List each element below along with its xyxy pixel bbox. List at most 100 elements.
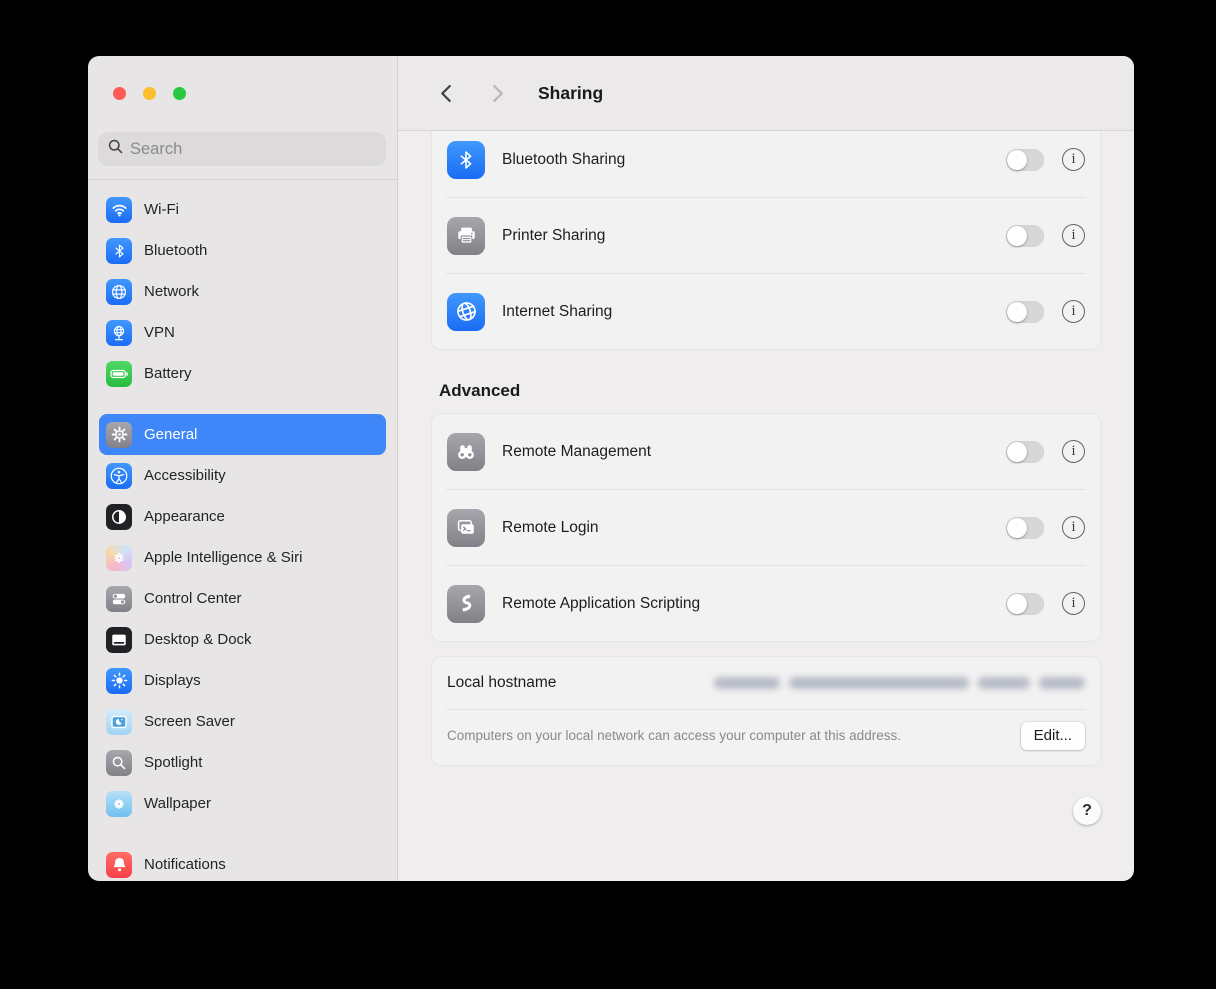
- local-hostname-value-redacted: [714, 677, 1085, 689]
- local-hostname-row: Local hostname: [432, 657, 1100, 709]
- forward-button[interactable]: [484, 79, 512, 107]
- minimize-button[interactable]: [143, 87, 156, 100]
- bluetooth-sharing-toggle[interactable]: [1006, 149, 1044, 171]
- sharing-services-card: Bluetooth Sharing i Printer Sharing i: [431, 131, 1101, 350]
- sidebar-item-label: Spotlight: [144, 754, 202, 771]
- local-hostname-description: Computers on your local network can acce…: [447, 726, 901, 746]
- printer-icon: [447, 217, 485, 255]
- globe-icon: [447, 293, 485, 331]
- network-globe-icon: [106, 279, 132, 305]
- sidebar-item-battery[interactable]: Battery: [99, 353, 386, 394]
- sidebar-item-network[interactable]: Network: [99, 271, 386, 312]
- sidebar-item-label: Accessibility: [144, 467, 226, 484]
- sidebar-item-label: Screen Saver: [144, 713, 235, 730]
- zoom-button[interactable]: [173, 87, 186, 100]
- remote-management-toggle[interactable]: [1006, 441, 1044, 463]
- apple-intelligence-icon: [106, 545, 132, 571]
- row-label: Remote Management: [502, 443, 651, 461]
- bluetooth-icon: [447, 141, 485, 179]
- sidebar-item-accessibility[interactable]: Accessibility: [99, 455, 386, 496]
- row-label: Remote Application Scripting: [502, 595, 700, 613]
- sidebar-item-control-center[interactable]: Control Center: [99, 578, 386, 619]
- remote-login-toggle[interactable]: [1006, 517, 1044, 539]
- screen-saver-icon: [106, 709, 132, 735]
- sidebar-item-label: General: [144, 426, 197, 443]
- terminal-icon: [447, 509, 485, 547]
- remote-application-scripting-info-button[interactable]: i: [1062, 592, 1085, 615]
- sidebar-item-label: Apple Intelligence & Siri: [144, 549, 302, 566]
- search-icon: [108, 139, 123, 159]
- remote-login-info-button[interactable]: i: [1062, 516, 1085, 539]
- remote-login-row: Remote Login i: [432, 490, 1100, 565]
- binoculars-icon: [447, 433, 485, 471]
- bluetooth-icon: [106, 238, 132, 264]
- advanced-section-heading: Advanced: [439, 381, 1101, 401]
- displays-sun-icon: [106, 668, 132, 694]
- sidebar-item-label: Appearance: [144, 508, 225, 525]
- battery-icon: [106, 361, 132, 387]
- spotlight-magnifier-icon: [106, 750, 132, 776]
- sidebar-item-bluetooth[interactable]: Bluetooth: [99, 230, 386, 271]
- row-label: Printer Sharing: [502, 227, 605, 245]
- bluetooth-sharing-info-button[interactable]: i: [1062, 148, 1085, 171]
- window-controls: [88, 56, 397, 100]
- sidebar-item-desktop-dock[interactable]: Desktop & Dock: [99, 619, 386, 660]
- sidebar-item-displays[interactable]: Displays: [99, 660, 386, 701]
- remote-application-scripting-row: Remote Application Scripting i: [432, 566, 1100, 641]
- sidebar-item-wallpaper[interactable]: Wallpaper: [99, 783, 386, 824]
- row-label: Bluetooth Sharing: [502, 151, 625, 169]
- sidebar-group-gap: [99, 824, 386, 844]
- gear-icon: [106, 422, 132, 448]
- row-label: Internet Sharing: [502, 303, 612, 321]
- sidebar-item-label: Network: [144, 283, 199, 300]
- sidebar-group-gap: [99, 394, 386, 414]
- wifi-icon: [106, 197, 132, 223]
- sidebar-item-label: Wi-Fi: [144, 201, 179, 218]
- remote-management-row: Remote Management i: [432, 414, 1100, 489]
- sidebar-item-label: Notifications: [144, 856, 226, 873]
- sidebar-item-label: Displays: [144, 672, 201, 689]
- sidebar-item-label: VPN: [144, 324, 175, 341]
- close-button[interactable]: [113, 87, 126, 100]
- printer-sharing-info-button[interactable]: i: [1062, 224, 1085, 247]
- internet-sharing-row: Internet Sharing i: [432, 274, 1100, 349]
- sidebar-item-general[interactable]: General: [99, 414, 386, 455]
- sidebar-item-vpn[interactable]: VPN: [99, 312, 386, 353]
- remote-management-info-button[interactable]: i: [1062, 440, 1085, 463]
- printer-sharing-row: Printer Sharing i: [432, 198, 1100, 273]
- sidebar-item-screen-saver[interactable]: Screen Saver: [99, 701, 386, 742]
- system-settings-window: Wi-Fi Bluetooth Network VPN: [88, 56, 1134, 881]
- search-field[interactable]: [98, 132, 386, 166]
- main-panel: Sharing Bluetooth Sharing i: [398, 56, 1134, 881]
- sidebar-item-appearance[interactable]: Appearance: [99, 496, 386, 537]
- sidebar-item-label: Control Center: [144, 590, 242, 607]
- sidebar-item-label: Desktop & Dock: [144, 631, 252, 648]
- sidebar-item-spotlight[interactable]: Spotlight: [99, 742, 386, 783]
- internet-sharing-info-button[interactable]: i: [1062, 300, 1085, 323]
- local-hostname-label: Local hostname: [447, 674, 556, 692]
- advanced-card: Remote Management i Remote Login i: [431, 413, 1101, 642]
- sidebar-item-apple-intelligence-siri[interactable]: Apple Intelligence & Siri: [99, 537, 386, 578]
- appearance-icon: [106, 504, 132, 530]
- bluetooth-sharing-row: Bluetooth Sharing i: [432, 131, 1100, 197]
- sidebar-item-wifi[interactable]: Wi-Fi: [99, 189, 386, 230]
- sidebar-item-label: Bluetooth: [144, 242, 207, 259]
- internet-sharing-toggle[interactable]: [1006, 301, 1044, 323]
- notifications-bell-icon: [106, 852, 132, 878]
- content-scroll-area[interactable]: Bluetooth Sharing i Printer Sharing i: [398, 131, 1134, 881]
- desktop-dock-icon: [106, 627, 132, 653]
- vpn-globe-icon: [106, 320, 132, 346]
- sidebar: Wi-Fi Bluetooth Network VPN: [88, 56, 398, 881]
- back-button[interactable]: [432, 79, 460, 107]
- help-button[interactable]: ?: [1073, 797, 1101, 825]
- search-input[interactable]: [130, 140, 376, 159]
- printer-sharing-toggle[interactable]: [1006, 225, 1044, 247]
- wallpaper-flower-icon: [106, 791, 132, 817]
- edit-hostname-button[interactable]: Edit...: [1021, 722, 1085, 750]
- row-label: Remote Login: [502, 519, 599, 537]
- remote-application-scripting-toggle[interactable]: [1006, 593, 1044, 615]
- sidebar-item-notifications[interactable]: Notifications: [99, 844, 386, 881]
- page-title: Sharing: [538, 83, 603, 104]
- toolbar: Sharing: [398, 56, 1134, 131]
- local-hostname-description-row: Computers on your local network can acce…: [432, 710, 1100, 765]
